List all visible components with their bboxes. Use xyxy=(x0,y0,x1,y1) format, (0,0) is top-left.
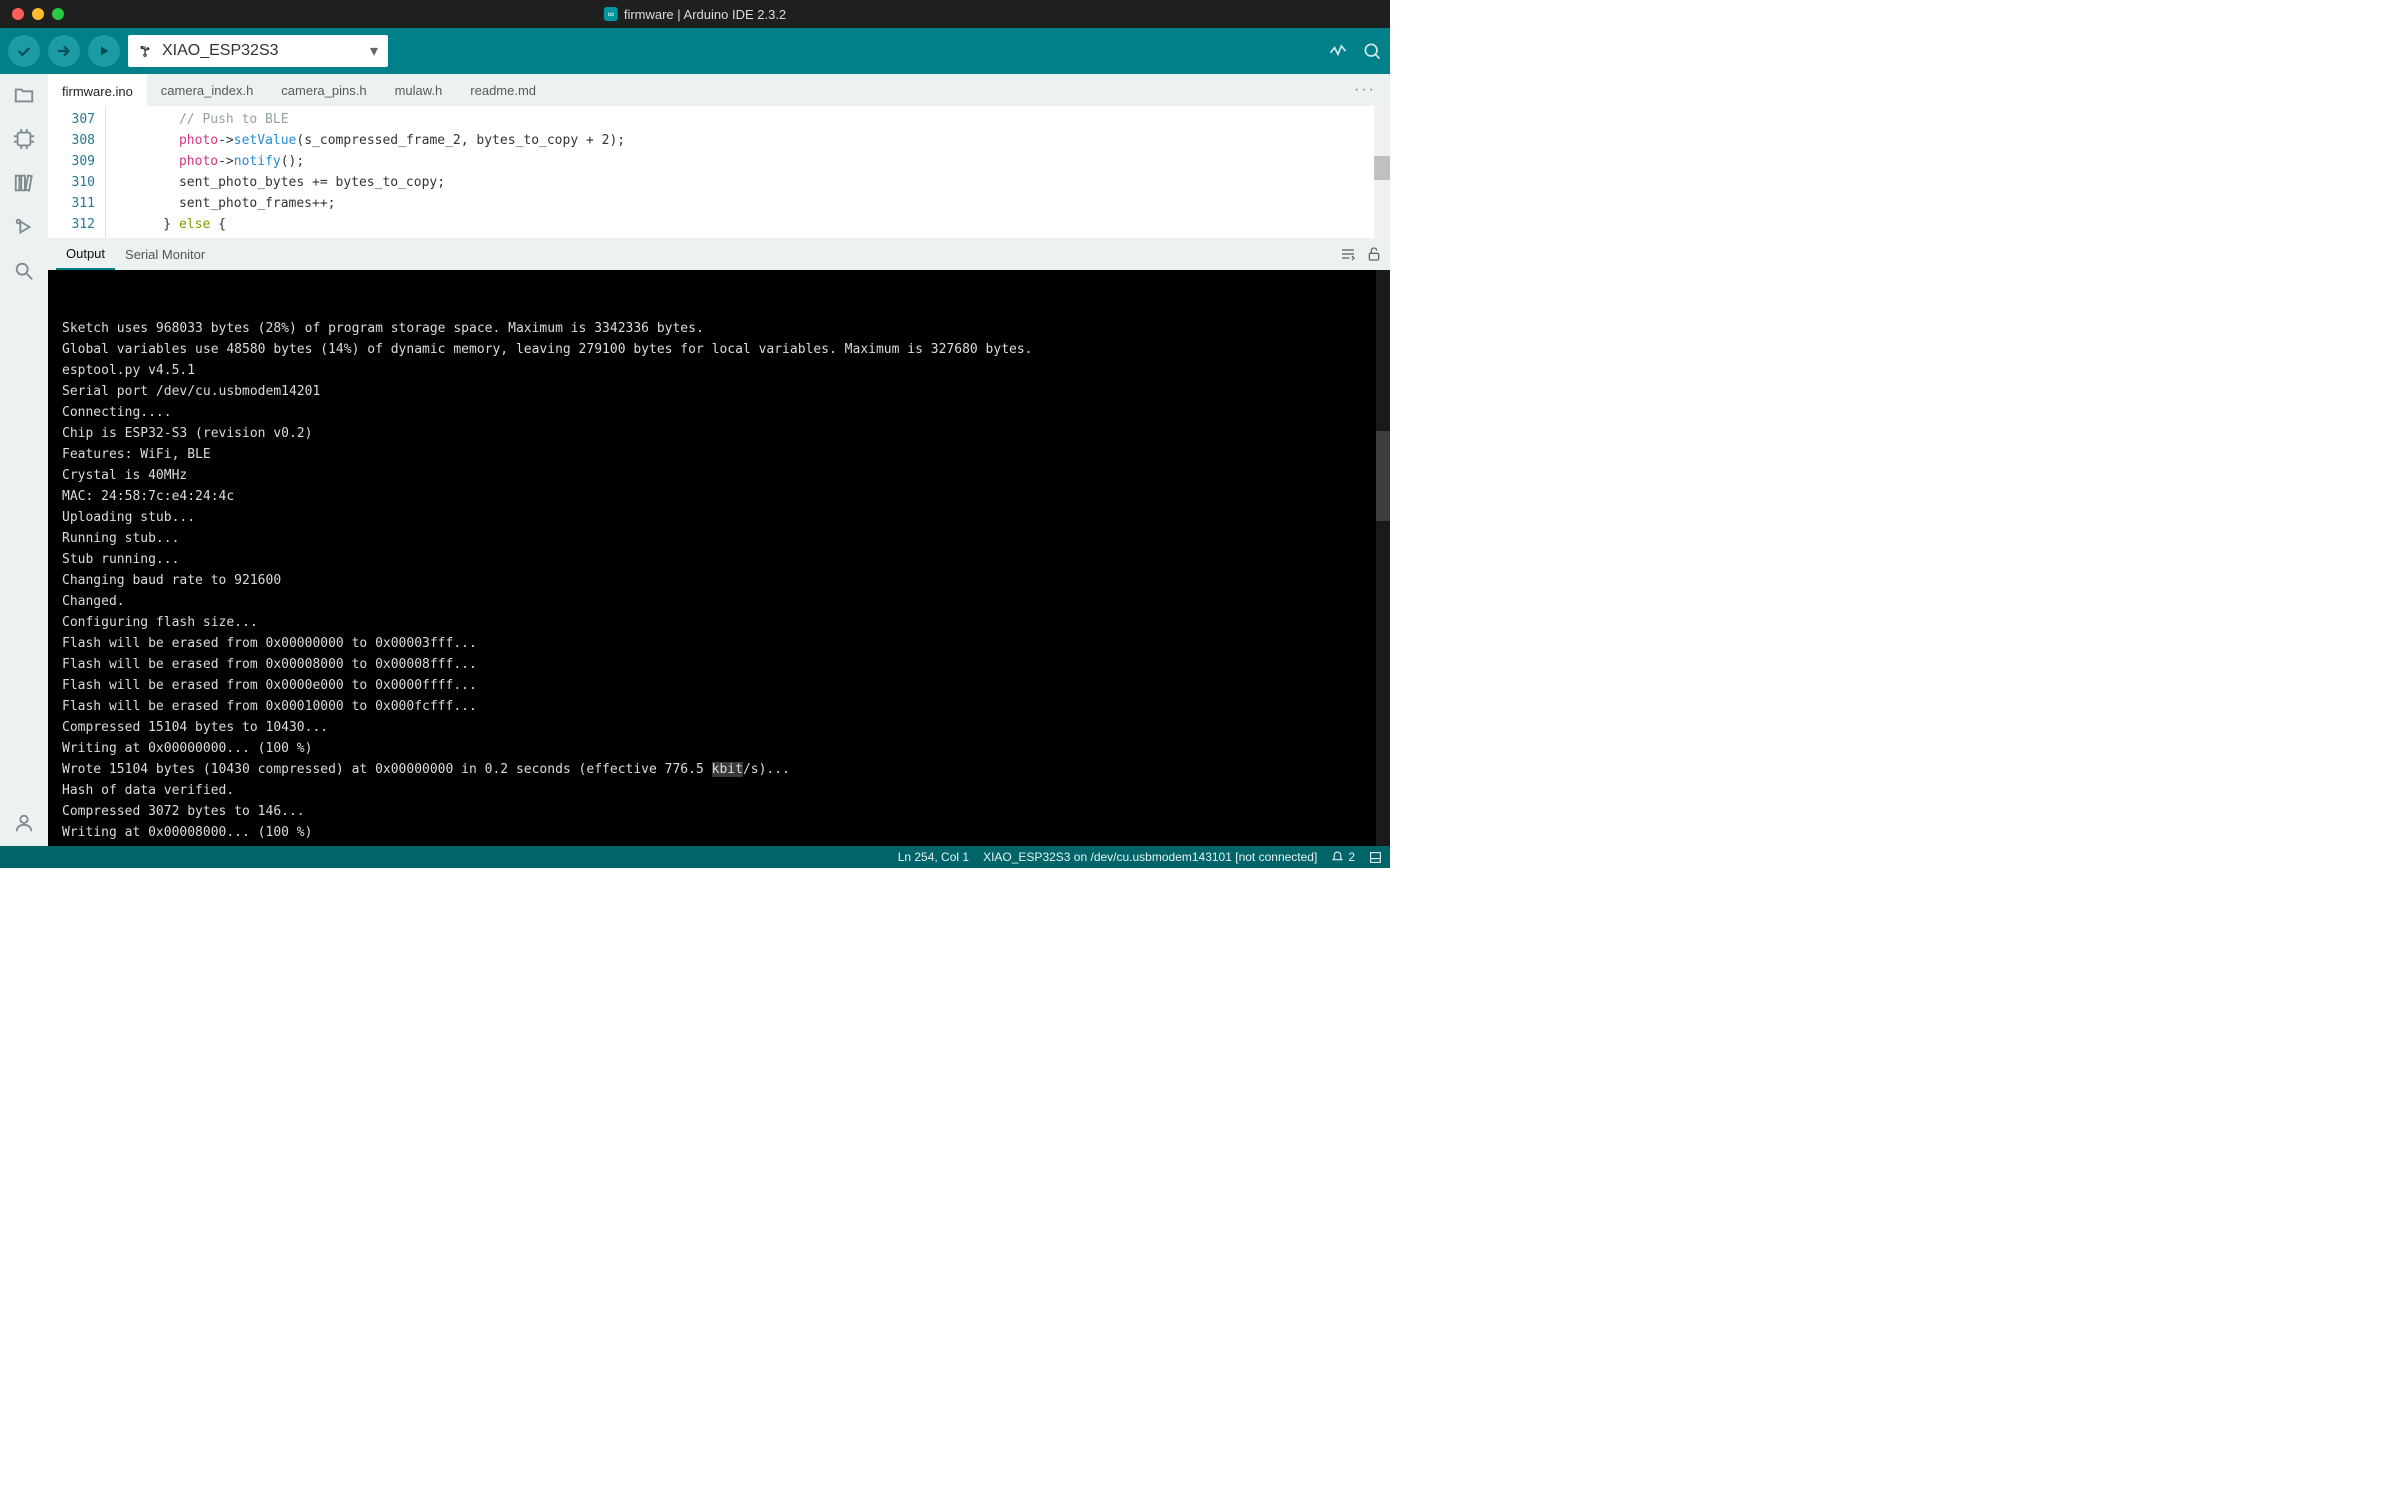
maximize-window-button[interactable] xyxy=(52,8,64,20)
editor-tab[interactable]: firmware.ino xyxy=(48,74,147,106)
status-bar: Ln 254, Col 1 XIAO_ESP32S3 on /dev/cu.us… xyxy=(0,846,1390,868)
verify-button[interactable] xyxy=(8,35,40,67)
wrap-lines-icon[interactable] xyxy=(1340,246,1356,262)
console-scrollbar[interactable] xyxy=(1376,270,1390,846)
account-button[interactable] xyxy=(11,810,37,836)
editor-overflow-button[interactable]: ··· xyxy=(1354,81,1382,99)
library-manager-button[interactable] xyxy=(11,170,37,196)
line-gutter: 307308309310311312 xyxy=(48,106,106,238)
fold-column xyxy=(106,106,124,238)
editor-tab[interactable]: mulaw.h xyxy=(381,74,457,106)
window-title: ∞ firmware | Arduino IDE 2.3.2 xyxy=(604,7,786,22)
board-port-status[interactable]: XIAO_ESP32S3 on /dev/cu.usbmodem143101 [… xyxy=(983,850,1317,864)
board-name: XIAO_ESP32S3 xyxy=(162,42,279,60)
close-window-button[interactable] xyxy=(12,8,24,20)
upload-button[interactable] xyxy=(48,35,80,67)
minimize-window-button[interactable] xyxy=(32,8,44,20)
board-selector[interactable]: XIAO_ESP32S3 ▾ xyxy=(128,35,388,67)
code-content[interactable]: // Push to BLE photo->setValue(s_compres… xyxy=(124,106,1374,238)
debug-button[interactable] xyxy=(88,35,120,67)
editor-tab[interactable]: camera_index.h xyxy=(147,74,268,106)
debug-panel-button[interactable] xyxy=(11,214,37,240)
chevron-down-icon: ▾ xyxy=(370,41,378,61)
search-button[interactable] xyxy=(11,258,37,284)
content-area: firmware.inocamera_index.hcamera_pins.hm… xyxy=(48,74,1390,846)
lock-icon[interactable] xyxy=(1366,246,1382,262)
tab-serial-monitor[interactable]: Serial Monitor xyxy=(115,238,215,270)
code-editor[interactable]: 307308309310311312 // Push to BLE photo-… xyxy=(48,106,1390,238)
panel-tabs: Output Serial Monitor xyxy=(48,238,1390,270)
main-area: firmware.inocamera_index.hcamera_pins.hm… xyxy=(0,74,1390,846)
notifications-button[interactable]: 2 xyxy=(1331,850,1355,864)
title-text: firmware | Arduino IDE 2.3.2 xyxy=(624,7,786,22)
boards-manager-button[interactable] xyxy=(11,126,37,152)
usb-icon xyxy=(138,44,152,58)
tab-output[interactable]: Output xyxy=(56,238,115,270)
arduino-logo-icon: ∞ xyxy=(604,7,618,21)
serial-plotter-button[interactable] xyxy=(1328,41,1348,61)
console-scroll-thumb[interactable] xyxy=(1376,431,1390,521)
sketchbook-button[interactable] xyxy=(11,82,37,108)
activity-bar xyxy=(0,74,48,846)
editor-tab[interactable]: readme.md xyxy=(456,74,550,106)
toolbar: XIAO_ESP32S3 ▾ xyxy=(0,28,1390,74)
cursor-position[interactable]: Ln 254, Col 1 xyxy=(898,850,969,864)
titlebar: ∞ firmware | Arduino IDE 2.3.2 xyxy=(0,0,1390,28)
notification-count: 2 xyxy=(1348,850,1355,864)
editor-tabs: firmware.inocamera_index.hcamera_pins.hm… xyxy=(48,74,1390,106)
window-controls xyxy=(0,8,64,20)
output-console[interactable]: Sketch uses 968033 bytes (28%) of progra… xyxy=(48,270,1390,846)
minimap[interactable] xyxy=(1374,106,1390,238)
toolbar-right xyxy=(1328,41,1382,61)
editor-tab[interactable]: camera_pins.h xyxy=(267,74,380,106)
bottom-panel: Output Serial Monitor Sketch uses 968033… xyxy=(48,238,1390,846)
serial-monitor-button[interactable] xyxy=(1362,41,1382,61)
close-panel-button[interactable] xyxy=(1369,851,1382,864)
minimap-slider[interactable] xyxy=(1374,156,1390,180)
